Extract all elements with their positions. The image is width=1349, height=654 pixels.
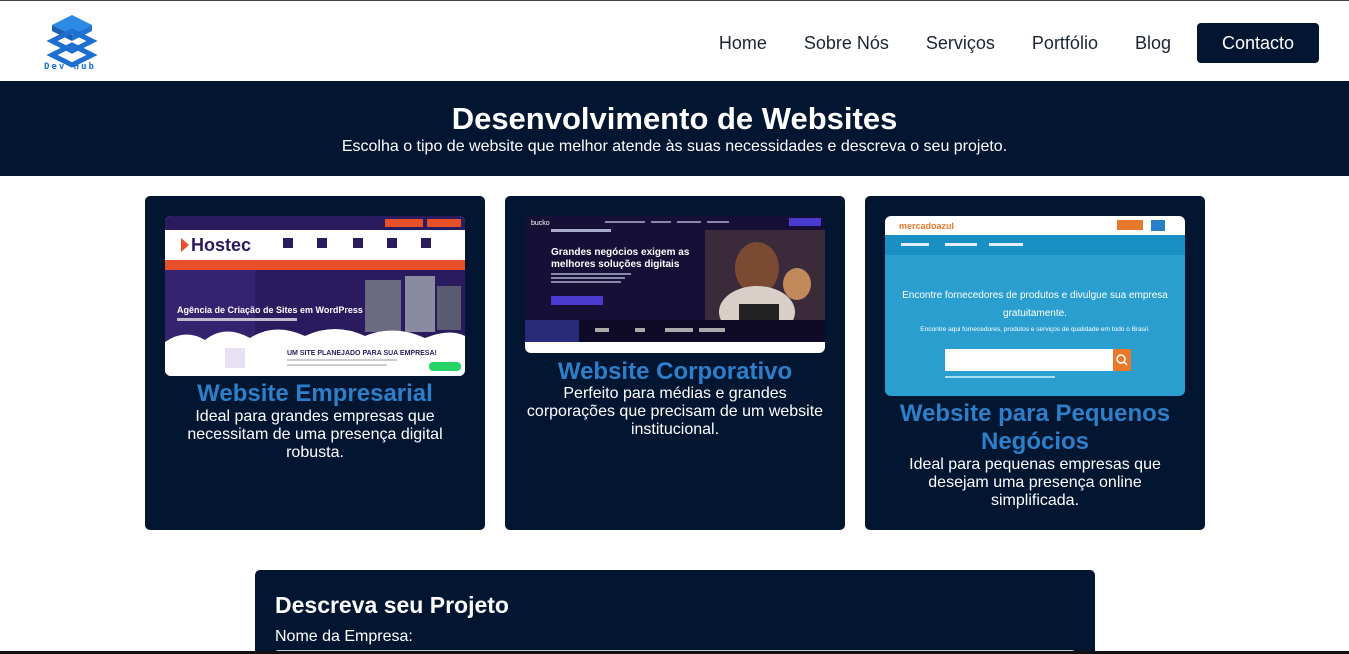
card-website-corporativo[interactable]: bucko Grandes negócios exigem as melhore… (505, 196, 845, 530)
hostec-headline: Agência de Criação de Sites em WordPress (177, 305, 363, 315)
bucko-headline-2: melhores soluções digitais (551, 259, 680, 270)
nav-portfolio[interactable]: Portfólio (1032, 33, 1098, 54)
mercadoazul-preview-image: mercadoazul Encontre fornecedores de pro… (885, 216, 1185, 396)
project-form: Descreva seu Projeto Nome da Empresa: (255, 570, 1095, 654)
company-name-label: Nome da Empresa: (275, 628, 413, 645)
brand-name: Dev Hub (44, 62, 96, 72)
nav-home[interactable]: Home (719, 33, 767, 54)
hero-banner: Desenvolvimento de Websites Escolha o ti… (0, 81, 1349, 176)
bucko-logo-text: bucko (531, 220, 550, 227)
hostec-tagline: UM SITE PLANEJADO PARA SUA EMPRESA! (287, 350, 437, 357)
mercadoazul-headline-2: gratuitamente. (1003, 308, 1067, 319)
nav-blog[interactable]: Blog (1135, 33, 1171, 54)
card-title: Website Empresarial (197, 380, 433, 407)
card-description: Perfeito para médias e grandes corporaçõ… (526, 385, 824, 438)
page-subtitle: Escolha o tipo de website que melhor ate… (341, 138, 1008, 155)
mercadoazul-logo-text: mercadoazul (899, 221, 954, 231)
mercadoazul-headline-1: Encontre fornecedores de produtos e divu… (902, 290, 1168, 301)
card-description: Ideal para pequenas empresas que desejam… (909, 456, 1161, 509)
site-header: Dev Hub Home Sobre Nós Serviços Portfóli… (0, 1, 1349, 81)
hostec-logo-text: Hostec (191, 235, 251, 255)
page-title: Desenvolvimento de Websites (451, 101, 898, 136)
mercadoazul-subline: Encontre aqui fornecedores, produtos e s… (920, 326, 1150, 333)
card-title: Website para Pequenos Negócios (899, 400, 1171, 455)
card-website-empresarial[interactable]: Hostec Agência de Criação de Sites em Wo… (145, 196, 485, 530)
card-title: Website Corporativo (557, 358, 793, 385)
card-website-pequenos-negocios[interactable]: mercadoazul Encontre fornecedores de pro… (865, 196, 1205, 530)
bucko-headline-1: Grandes negócios exigem as (551, 247, 690, 258)
bucko-preview-image: bucko Grandes negócios exigem as melhore… (525, 216, 825, 353)
form-title: Descreva seu Projeto (275, 592, 509, 618)
hostec-preview-image: Hostec Agência de Criação de Sites em Wo… (165, 216, 465, 376)
nav-about[interactable]: Sobre Nós (804, 33, 889, 54)
main-nav: Home Sobre Nós Serviços Portfólio Blog C… (719, 23, 1319, 63)
card-description: Ideal para grandes empresas que necessit… (187, 408, 443, 461)
nav-services[interactable]: Serviços (926, 33, 995, 54)
contact-button[interactable]: Contacto (1197, 23, 1319, 63)
